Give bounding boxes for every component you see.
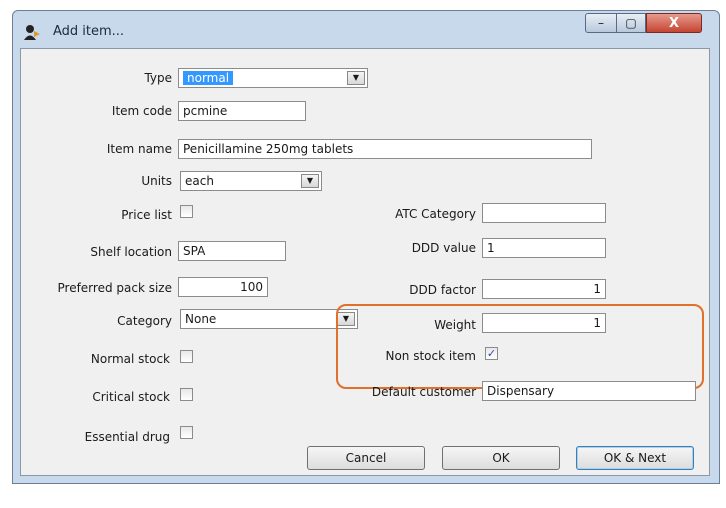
close-icon: X [668, 15, 680, 31]
window-title: Add item... [53, 24, 125, 39]
essential-drug-label: Essential drug [84, 430, 170, 444]
units-value: each [185, 174, 214, 188]
title-bar[interactable]: Add item... – ▢ X [13, 11, 719, 49]
atc-category-label: ATC Category [395, 207, 476, 221]
shelf-location-field[interactable]: SPA [178, 241, 286, 261]
maximize-icon: ▢ [625, 16, 637, 30]
item-code-label: Item code [111, 104, 172, 118]
price-list-label: Price list [121, 208, 172, 222]
type-select[interactable]: normal ▼ [178, 68, 368, 88]
app-person-icon [24, 25, 40, 40]
normal-stock-checkbox[interactable] [180, 350, 193, 363]
essential-drug-checkbox[interactable] [180, 426, 193, 439]
item-name-field[interactable]: Penicillamine 250mg tablets [178, 139, 592, 159]
ddd-factor-label: DDD factor [409, 283, 476, 297]
non-stock-item-checkbox[interactable]: ✓ [485, 347, 498, 360]
minimize-icon: – [598, 16, 604, 30]
ddd-factor-field[interactable]: 1 [482, 279, 606, 299]
chevron-down-icon[interactable]: ▼ [347, 71, 365, 85]
preferred-pack-size-field[interactable]: 100 [178, 277, 268, 297]
minimize-button[interactable]: – [585, 13, 617, 33]
normal-stock-label: Normal stock [90, 352, 170, 366]
highlight-annotation [336, 304, 704, 389]
ddd-value-field[interactable]: 1 [482, 238, 606, 258]
category-label: Category [117, 314, 172, 328]
preferred-pack-size-label: Preferred pack size [57, 281, 173, 295]
item-name-label: Item name [106, 142, 172, 156]
default-customer-field[interactable]: Dispensary [482, 381, 696, 401]
ok-next-button[interactable]: OK & Next [576, 446, 694, 470]
default-customer-label: Default customer [371, 385, 476, 399]
category-select[interactable]: None ▼ [180, 309, 358, 329]
maximize-button[interactable]: ▢ [616, 13, 646, 33]
category-value: None [185, 312, 217, 326]
units-select[interactable]: each ▼ [180, 171, 322, 191]
chevron-down-icon[interactable]: ▼ [301, 174, 319, 188]
critical-stock-label: Critical stock [92, 390, 170, 404]
shelf-location-label: Shelf location [90, 245, 172, 259]
non-stock-item-label: Non stock item [385, 349, 476, 363]
critical-stock-checkbox[interactable] [180, 388, 193, 401]
ddd-value-label: DDD value [411, 241, 476, 255]
atc-category-field[interactable] [482, 203, 606, 223]
cancel-button[interactable]: Cancel [307, 446, 425, 470]
type-value: normal [183, 71, 234, 85]
item-code-field[interactable]: pcmine [178, 101, 306, 121]
close-button[interactable]: X [646, 13, 702, 33]
type-label: Type [144, 71, 172, 85]
units-label: Units [141, 174, 172, 188]
price-list-checkbox[interactable] [180, 205, 193, 218]
ok-button[interactable]: OK [442, 446, 560, 470]
